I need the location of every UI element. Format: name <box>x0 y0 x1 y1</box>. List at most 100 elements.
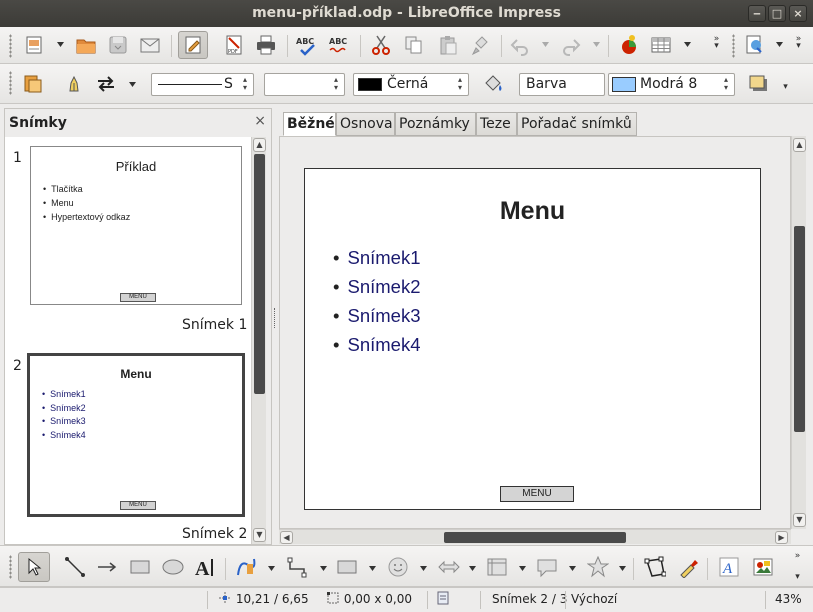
scrollbar-thumb[interactable] <box>794 226 805 432</box>
master-slide-name[interactable]: Výchozí <box>571 588 617 612</box>
curve-button[interactable] <box>234 555 258 579</box>
toolbar-grip[interactable] <box>9 555 12 579</box>
current-slide[interactable]: Menu Snímek1 Snímek2 Snímek3 Snímek4 MEN… <box>304 168 761 510</box>
style-button[interactable] <box>21 72 45 96</box>
redo-button[interactable] <box>559 33 583 57</box>
email-button[interactable] <box>138 33 162 57</box>
fill-color-select[interactable]: Modrá 8 ▴ ▾ <box>608 73 735 96</box>
scroll-left-icon[interactable]: ◀ <box>280 531 293 544</box>
autospellcheck-button[interactable]: ABC <box>327 33 351 57</box>
scrollbar-thumb[interactable] <box>254 154 265 394</box>
scroll-up-icon[interactable]: ▲ <box>793 138 806 152</box>
text-button[interactable]: A <box>194 555 218 579</box>
block-arrows-dropdown[interactable] <box>469 566 476 571</box>
close-button[interactable]: × <box>789 5 807 22</box>
slide-thumbnail-2[interactable]: Menu Snímek1 Snímek2 Snímek3 Snímek4 MEN… <box>27 353 245 517</box>
callouts-dropdown[interactable] <box>569 566 576 571</box>
stars-dropdown[interactable] <box>619 566 626 571</box>
tab-normal[interactable]: Běžné <box>283 112 336 136</box>
arrow-style-dropdown[interactable] <box>129 82 136 87</box>
templates-button[interactable] <box>22 33 46 57</box>
basic-shapes-button[interactable] <box>335 555 359 579</box>
insert-image-button[interactable] <box>751 555 775 579</box>
line-button[interactable] <box>62 72 86 96</box>
line-tool-button[interactable] <box>63 555 87 579</box>
toolbar-overflow-icon[interactable]: » ▾ <box>712 35 721 51</box>
ellipse-button[interactable] <box>161 555 185 579</box>
scroll-up-icon[interactable]: ▲ <box>253 138 266 152</box>
table-button[interactable] <box>649 33 673 57</box>
main-horizontal-scrollbar[interactable]: ◀ ▶ <box>279 529 791 544</box>
arrow-style-button[interactable] <box>94 72 118 96</box>
pane-splitter[interactable] <box>272 108 279 545</box>
callouts-button[interactable] <box>535 555 559 579</box>
toolbar-grip[interactable] <box>9 34 12 58</box>
toolbar-overflow-icon[interactable]: » <box>793 552 802 561</box>
points-button[interactable] <box>643 555 667 579</box>
shadow-button[interactable] <box>746 72 770 96</box>
toolbar-overflow-icon[interactable]: ▾ <box>781 83 790 92</box>
flowchart-button[interactable] <box>485 555 509 579</box>
area-style-select[interactable]: Barva <box>519 73 605 96</box>
navigator-button[interactable] <box>742 33 766 57</box>
glue-points-button[interactable] <box>676 555 700 579</box>
scroll-down-icon[interactable]: ▼ <box>253 528 266 542</box>
toolbar-grip[interactable] <box>732 34 735 58</box>
toolbar-grip[interactable] <box>9 71 12 95</box>
toolbar-overflow-icon[interactable]: » ▾ <box>794 35 803 51</box>
clone-formatting-button[interactable] <box>469 33 493 57</box>
symbol-shapes-dropdown[interactable] <box>420 566 427 571</box>
select-button[interactable] <box>18 552 50 582</box>
print-button[interactable] <box>254 33 278 57</box>
scroll-down-icon[interactable]: ▼ <box>793 513 806 527</box>
tab-outline[interactable]: Osnova <box>336 112 395 136</box>
stars-button[interactable] <box>586 555 610 579</box>
scrollbar-thumb[interactable] <box>444 532 626 543</box>
templates-dropdown[interactable] <box>57 42 64 47</box>
paste-button[interactable] <box>436 33 460 57</box>
slide-bullet-list[interactable]: Snímek1 Snímek2 Snímek3 Snímek4 <box>333 247 420 363</box>
save-button[interactable] <box>106 33 130 57</box>
scroll-right-icon[interactable]: ▶ <box>775 531 788 544</box>
line-width-field[interactable]: ▴ ▾ <box>264 73 345 96</box>
slide-link-item[interactable]: Snímek3 <box>333 305 420 334</box>
slide-thumbnail-1[interactable]: Příklad Tlačítka Menu Hypertextový odkaz… <box>30 146 242 305</box>
slides-vertical-scrollbar[interactable]: ▲ ▼ <box>251 137 266 544</box>
tab-notes[interactable]: Poznámky <box>395 112 476 136</box>
toolbar-overflow-dropdown-icon[interactable]: ▾ <box>793 573 802 582</box>
undo-button[interactable] <box>508 33 532 57</box>
slide-link-item[interactable]: Snímek4 <box>333 334 420 363</box>
export-pdf-button[interactable]: PDF <box>222 33 246 57</box>
maximize-button[interactable]: □ <box>768 5 786 22</box>
slides-pane-close-button[interactable]: × <box>254 113 266 129</box>
redo-dropdown[interactable] <box>593 42 600 47</box>
slide-link-item[interactable]: Snímek2 <box>333 276 420 305</box>
connector-dropdown[interactable] <box>320 566 327 571</box>
basic-shapes-dropdown[interactable] <box>369 566 376 571</box>
navigator-dropdown[interactable] <box>776 42 783 47</box>
copy-button[interactable] <box>402 33 426 57</box>
symbol-shapes-button[interactable] <box>386 555 410 579</box>
spellcheck-button[interactable]: ABC <box>294 33 318 57</box>
zoom-level[interactable]: 43% <box>775 588 802 612</box>
block-arrows-button[interactable] <box>437 555 461 579</box>
curve-dropdown[interactable] <box>268 566 275 571</box>
minimize-button[interactable]: ‒ <box>748 5 766 22</box>
undo-dropdown[interactable] <box>542 42 549 47</box>
document-modified-indicator[interactable] <box>436 588 450 612</box>
slide-link-item[interactable]: Snímek1 <box>333 247 420 276</box>
connector-button[interactable] <box>285 555 309 579</box>
fontwork-button[interactable]: A <box>717 555 741 579</box>
table-dropdown[interactable] <box>684 42 691 47</box>
line-style-select[interactable]: S ▴ ▾ <box>151 73 254 96</box>
chart-button[interactable] <box>617 33 641 57</box>
slide-title[interactable]: Menu <box>305 197 760 226</box>
cut-button[interactable] <box>369 33 393 57</box>
open-button[interactable] <box>74 33 98 57</box>
flowchart-dropdown[interactable] <box>519 566 526 571</box>
tab-slide-sorter[interactable]: Pořadač snímků <box>517 112 637 136</box>
main-vertical-scrollbar[interactable]: ▲ ▼ <box>791 136 806 529</box>
area-button[interactable] <box>481 72 505 96</box>
tab-handout[interactable]: Teze <box>476 112 517 136</box>
line-color-select[interactable]: Černá ▴ ▾ <box>353 73 469 96</box>
